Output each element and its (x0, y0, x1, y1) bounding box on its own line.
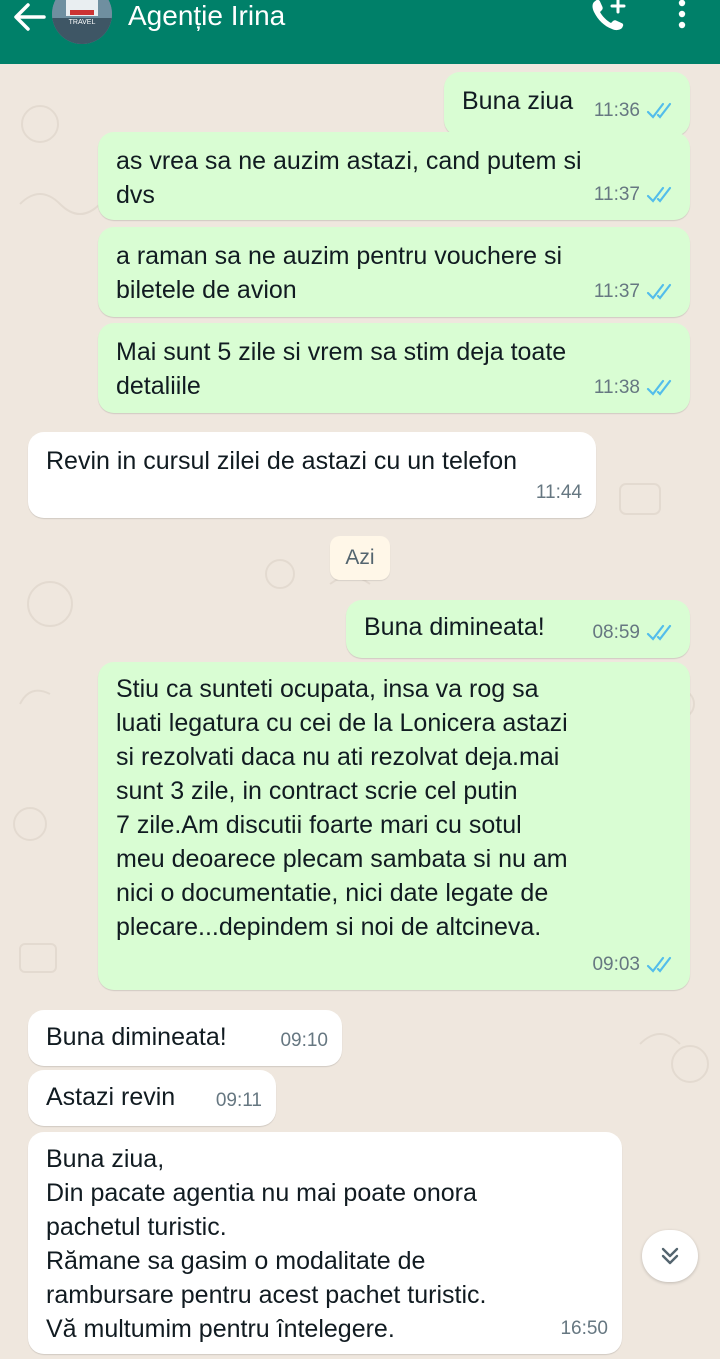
date-separator: Azi (330, 536, 390, 580)
message-time: 09:03 (592, 954, 640, 975)
message-outgoing[interactable]: Stiu ca sunteti ocupata, insa va rog sa … (98, 662, 690, 990)
read-ticks-icon (646, 624, 672, 641)
message-text: Buna ziua (462, 87, 574, 115)
message-time: 09:11 (215, 1090, 262, 1111)
message-meta: 08:59 (592, 616, 676, 650)
contact-name[interactable]: Agenție Irina (128, 0, 285, 32)
read-ticks-icon (646, 186, 672, 203)
message-time: 11:37 (593, 184, 640, 205)
add-call-icon[interactable] (588, 0, 628, 34)
message-outgoing[interactable]: as vrea sa ne auzim astazi, cand putem s… (98, 132, 690, 220)
avatar-logo-text: TRAVEL (69, 19, 96, 26)
message-text: Buna ziua, Din pacate agentia nu mai poa… (46, 1145, 487, 1343)
message-text: Stiu ca sunteti ocupata, insa va rog sa … (116, 675, 568, 941)
back-arrow-icon[interactable] (12, 2, 46, 32)
message-text: Astazi revin (46, 1083, 176, 1111)
message-time: 11:44 (535, 482, 582, 503)
message-text: Buna dimineata! (364, 613, 545, 641)
message-time: 11:38 (593, 377, 640, 398)
message-meta: 11:37 (594, 275, 676, 309)
contact-avatar[interactable]: TRAVEL (52, 0, 112, 44)
message-meta: 11:36 (594, 94, 676, 128)
message-text: Mai sunt 5 zile si vrem sa stim deja toa… (116, 338, 567, 400)
message-incoming[interactable]: Buna dimineata! 09:10 (28, 1010, 342, 1066)
more-options-icon[interactable] (672, 0, 692, 34)
message-text: Revin in cursul zilei de astazi cu un te… (46, 447, 518, 475)
message-incoming[interactable]: Buna ziua, Din pacate agentia nu mai poa… (28, 1132, 622, 1354)
message-meta: 11:44 (536, 476, 582, 510)
chat-header: TRAVEL Agenție Irina (0, 0, 720, 64)
message-outgoing[interactable]: Mai sunt 5 zile si vrem sa stim deja toa… (98, 323, 690, 413)
read-ticks-icon (646, 956, 672, 973)
message-meta: 09:10 (280, 1024, 328, 1058)
chat-area[interactable]: Buna ziua 11:36 as vrea sa ne auzim asta… (0, 64, 720, 1359)
message-meta: 11:38 (594, 371, 676, 405)
message-incoming[interactable]: Revin in cursul zilei de astazi cu un te… (28, 432, 596, 518)
read-ticks-icon (646, 102, 672, 119)
read-ticks-icon (646, 379, 672, 396)
message-text: Buna dimineata! (46, 1023, 227, 1051)
message-meta: 16:50 (560, 1312, 608, 1346)
message-meta: 09:11 (216, 1084, 262, 1118)
read-ticks-icon (646, 283, 672, 300)
message-time: 16:50 (560, 1318, 608, 1339)
message-text: as vrea sa ne auzim astazi, cand putem s… (116, 147, 582, 209)
double-chevron-down-icon (661, 1247, 679, 1265)
message-meta: 09:03 (592, 948, 676, 982)
message-time: 09:10 (280, 1030, 328, 1051)
message-outgoing[interactable]: a raman sa ne auzim pentru vouchere si b… (98, 227, 690, 317)
message-outgoing[interactable]: Buna ziua 11:36 (444, 72, 690, 136)
message-text: a raman sa ne auzim pentru vouchere si b… (116, 242, 563, 304)
message-incoming[interactable]: Astazi revin 09:11 (28, 1070, 276, 1126)
message-time: 08:59 (592, 622, 640, 643)
message-time: 11:36 (593, 100, 640, 121)
message-meta: 11:37 (594, 178, 676, 212)
message-time: 11:37 (593, 281, 640, 302)
message-outgoing[interactable]: Buna dimineata! 08:59 (346, 600, 690, 658)
scroll-to-bottom-button[interactable] (642, 1230, 698, 1282)
